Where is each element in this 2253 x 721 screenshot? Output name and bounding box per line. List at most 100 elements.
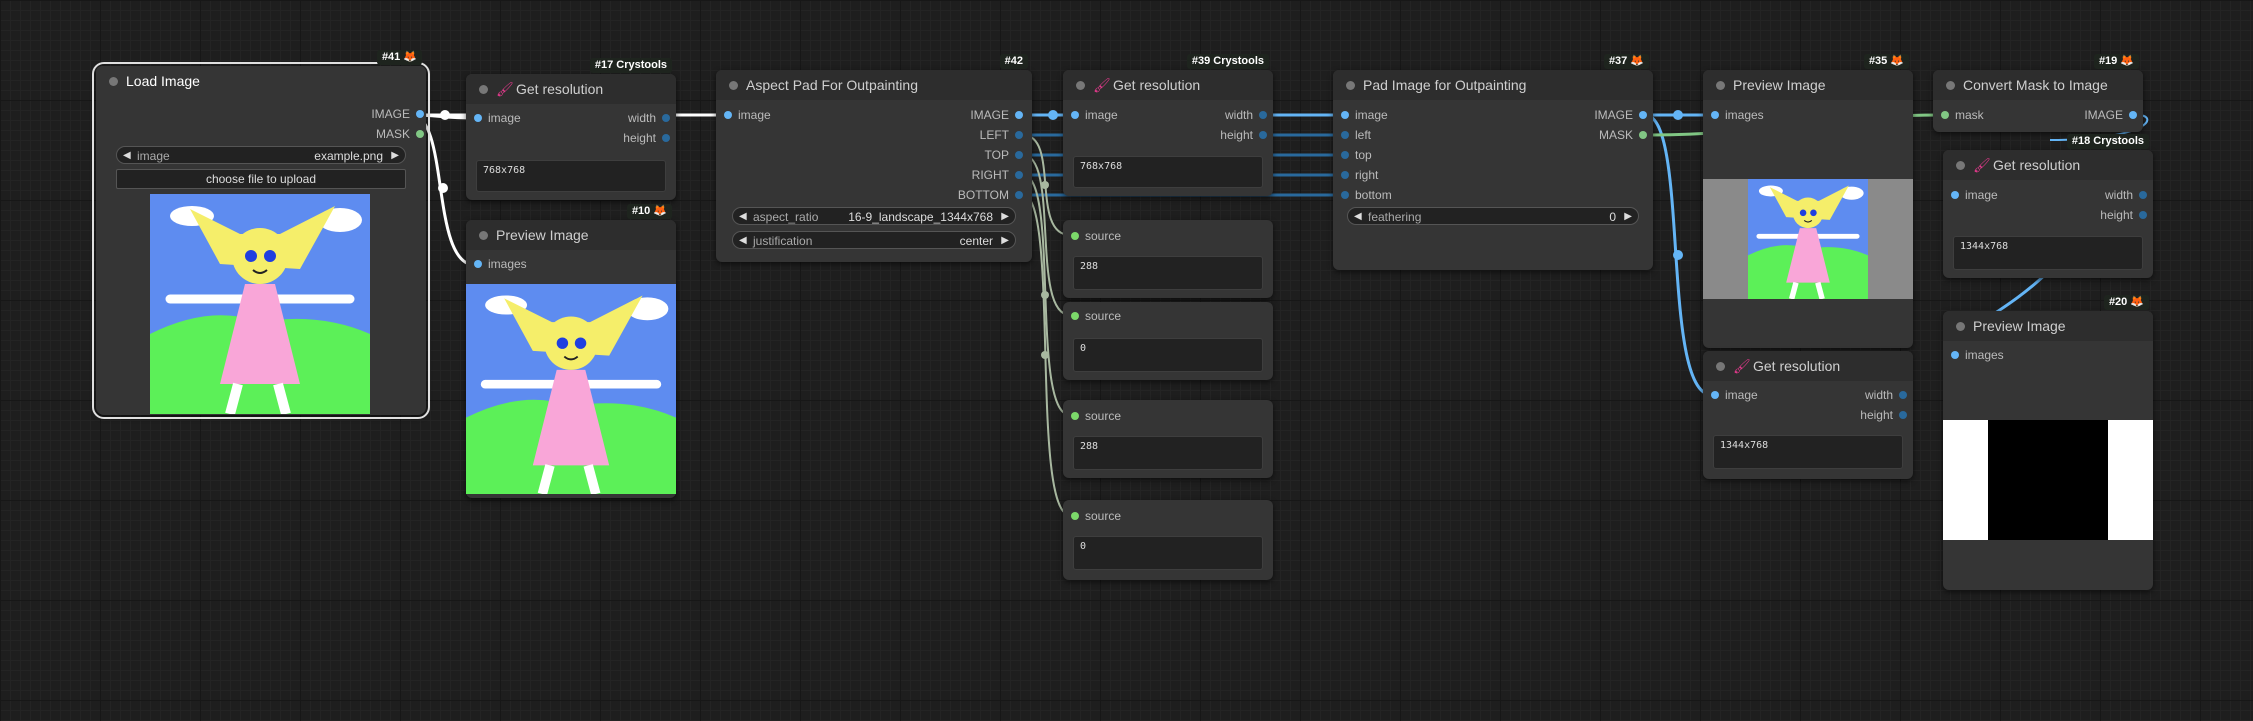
node-title-bar[interactable]: Preview Image [466,220,676,250]
input-images[interactable]: images [1711,107,1764,123]
arrow-right-icon[interactable]: ▶ [391,147,399,165]
input-image[interactable]: image [474,110,521,126]
collapse-dot-icon[interactable] [1716,81,1725,90]
output-right[interactable]: RIGHT [972,167,1023,183]
preview-image-node-10[interactable]: #10 🦊 Preview Image images [466,204,676,498]
collapse-dot-icon[interactable] [1716,362,1725,371]
input-right[interactable]: right [1341,167,1378,183]
node-title-bar[interactable]: Pad Image for Outpainting [1333,70,1653,100]
socket-icon[interactable] [1071,111,1079,119]
input-left[interactable]: left [1341,127,1371,143]
get-resolution-node-18[interactable]: #18 Crystools 🖌 Get resolution image wid… [1943,134,2153,278]
resolution-text[interactable]: 768x768 [1073,156,1263,188]
source-value-text[interactable]: 0 [1073,536,1263,570]
node-title-bar[interactable]: Preview Image [1943,311,2153,341]
input-image[interactable]: image [724,107,771,123]
output-image[interactable]: IMAGE [970,107,1023,123]
socket-icon[interactable] [1259,111,1267,119]
node-title-bar[interactable]: 🖌 Get resolution [1943,150,2153,180]
aspect-pad-node-42[interactable]: #42 Aspect Pad For Outpainting image IMA… [716,54,1032,262]
input-images[interactable]: images [474,256,527,272]
output-height[interactable]: height [1860,407,1907,423]
node-title-bar[interactable]: 🖌 Get resolution [466,74,676,104]
arrow-left-icon[interactable]: ◀ [123,147,131,165]
output-height[interactable]: height [2100,207,2147,223]
input-mask[interactable]: mask [1941,107,1984,123]
input-image[interactable]: image [1341,107,1388,123]
feathering-widget[interactable]: ◀ feathering 0 ▶ [1347,207,1639,225]
socket-icon[interactable] [1639,111,1647,119]
arrow-left-icon[interactable]: ◀ [739,232,747,250]
node-title-bar[interactable]: Aspect Pad For Outpainting [716,70,1032,100]
justification-widget[interactable]: ◀ justification center ▶ [732,231,1016,249]
output-image[interactable]: IMAGE [1594,107,1647,123]
node-title-bar[interactable]: Convert Mask to Image [1933,70,2143,100]
socket-icon[interactable] [1341,131,1349,139]
socket-icon[interactable] [724,111,732,119]
arrow-right-icon[interactable]: ▶ [1001,208,1009,226]
output-width[interactable]: width [628,110,670,126]
source-value-text[interactable]: 288 [1073,256,1263,290]
source-value-text[interactable]: 288 [1073,436,1263,470]
collapse-dot-icon[interactable] [1946,81,1955,90]
output-width[interactable]: width [1865,387,1907,403]
collapse-dot-icon[interactable] [479,85,488,94]
output-height[interactable]: height [623,130,670,146]
socket-icon[interactable] [1899,391,1907,399]
input-bottom[interactable]: bottom [1341,187,1392,203]
socket-icon[interactable] [662,114,670,122]
preview-image-node-35[interactable]: #35 🦊 Preview Image images [1703,54,1913,348]
socket-icon[interactable] [1951,191,1959,199]
output-width[interactable]: width [1225,107,1267,123]
socket-icon[interactable] [1951,351,1959,359]
collapse-dot-icon[interactable] [729,81,738,90]
socket-icon[interactable] [1071,412,1079,420]
socket-icon[interactable] [1341,171,1349,179]
get-resolution-node-bottom[interactable]: 🖌 Get resolution image width height 1344… [1703,351,1913,479]
get-resolution-node-39[interactable]: #39 Crystools 🖌 Get resolution image wid… [1063,54,1273,196]
socket-icon[interactable] [1015,171,1023,179]
output-top[interactable]: TOP [985,147,1023,163]
socket-icon[interactable] [1341,111,1349,119]
output-height[interactable]: height [1220,127,1267,143]
socket-icon[interactable] [662,134,670,142]
socket-icon[interactable] [1711,391,1719,399]
socket-icon[interactable] [2139,211,2147,219]
input-image[interactable]: image [1951,187,1998,203]
collapse-dot-icon[interactable] [479,231,488,240]
output-mask[interactable]: MASK [1599,127,1647,143]
collapse-dot-icon[interactable] [1956,322,1965,331]
socket-icon[interactable] [1071,232,1079,240]
input-source[interactable]: source [1071,308,1121,324]
source-node[interactable]: source 0 [1063,302,1273,380]
socket-icon[interactable] [1071,312,1079,320]
collapse-dot-icon[interactable] [1956,161,1965,170]
convert-mask-node-19[interactable]: #19 🦊 Convert Mask to Image mask IMAGE [1933,54,2143,132]
upload-button[interactable]: choose file to upload [116,169,406,189]
source-value-text[interactable]: 0 [1073,338,1263,372]
socket-icon[interactable] [474,114,482,122]
pad-image-node-37[interactable]: #37 🦊 Pad Image for Outpainting image lef… [1333,54,1653,270]
arrow-right-icon[interactable]: ▶ [1624,208,1632,226]
arrow-left-icon[interactable]: ◀ [739,208,747,226]
resolution-text[interactable]: 1344x768 [1953,236,2143,270]
output-width[interactable]: width [2105,187,2147,203]
socket-icon[interactable] [2139,191,2147,199]
load-image-node[interactable]: #41 🦊 Load Image IMAGE MASK ◀ image examp… [92,50,430,419]
collapse-dot-icon[interactable] [109,77,118,86]
socket-icon[interactable] [1341,191,1349,199]
arrow-right-icon[interactable]: ▶ [1001,232,1009,250]
collapse-dot-icon[interactable] [1076,81,1085,90]
source-node[interactable]: source 288 [1063,400,1273,478]
arrow-left-icon[interactable]: ◀ [1354,208,1362,226]
socket-icon[interactable] [1941,111,1949,119]
socket-icon[interactable] [1639,131,1647,139]
input-image[interactable]: image [1071,107,1118,123]
node-title-bar[interactable]: Load Image [96,66,426,96]
resolution-text[interactable]: 768x768 [476,160,666,192]
image-combo-widget[interactable]: ◀ image example.png ▶ [116,146,406,164]
source-node[interactable]: source 0 [1063,500,1273,580]
socket-icon[interactable] [416,130,424,138]
collapse-dot-icon[interactable] [1346,81,1355,90]
socket-icon[interactable] [1259,131,1267,139]
